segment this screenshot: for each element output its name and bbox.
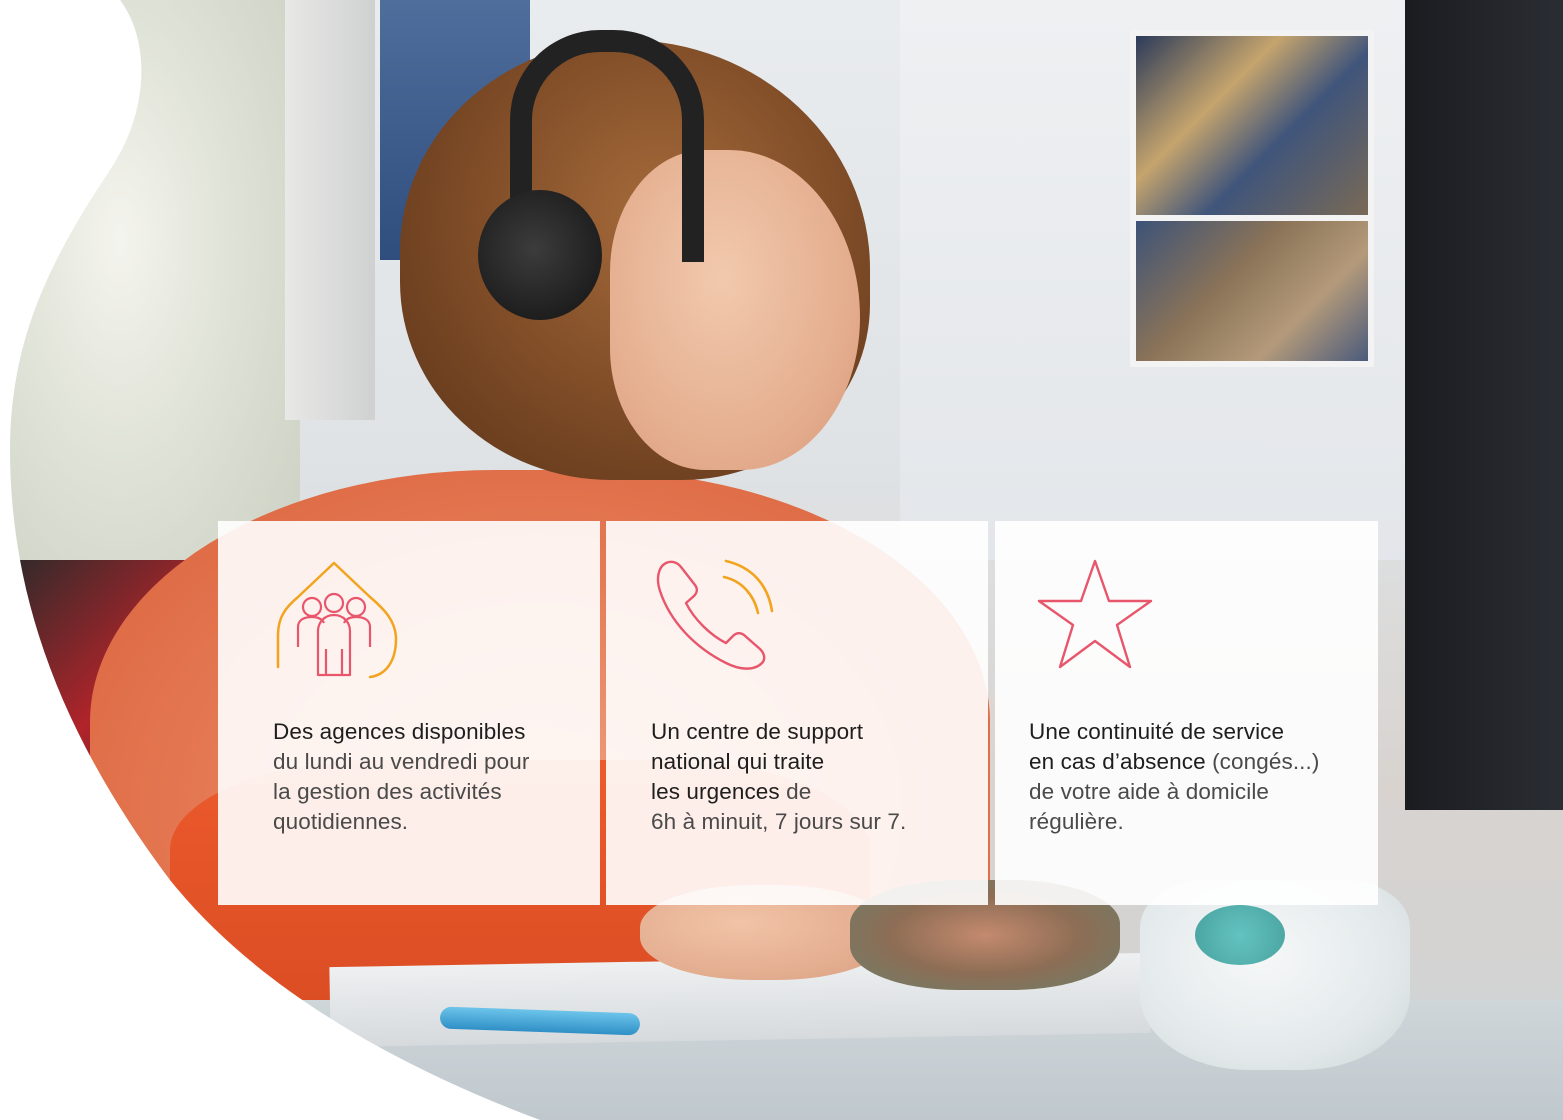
card-support-line-1: 6h à minuit, 7 jours sur 7. <box>651 809 907 834</box>
card-continuity-title-1: Une continuité de service <box>1029 719 1285 744</box>
card-support-inline: de <box>779 779 812 804</box>
mug <box>1140 880 1410 1070</box>
card-continuity: Une continuité de service en cas d’absen… <box>995 521 1378 905</box>
headset-earcup <box>478 190 602 320</box>
card-support: Un centre de support national qui traite… <box>606 521 988 905</box>
window-light <box>0 0 300 600</box>
card-continuity-title-2: en cas d’absence <box>1029 749 1206 774</box>
phone-ringing-icon <box>656 559 774 670</box>
card-support-title-3: les urgences <box>651 779 780 804</box>
card-support-title-2: national qui traite <box>651 749 825 774</box>
mug-pattern <box>1195 905 1285 965</box>
wall-poster <box>285 0 375 420</box>
star-icon <box>1037 559 1153 669</box>
wall-photo-top <box>1130 30 1374 224</box>
card-continuity-line-1: de votre aide à domicile <box>1029 779 1270 804</box>
computer-monitor <box>1405 0 1563 810</box>
card-agencies-line-2: la gestion des activités <box>273 779 502 804</box>
card-support-title-1: Un centre de support <box>651 719 864 744</box>
wall-photo-bottom <box>1130 215 1374 367</box>
house-group-icon <box>276 561 398 679</box>
card-agencies: Des agences disponibles du lundi au vend… <box>218 521 600 905</box>
card-continuity-line-2: régulière. <box>1029 809 1124 834</box>
card-continuity-inline: (congés...) <box>1205 749 1320 774</box>
card-agencies-title: Des agences disponibles <box>273 719 526 744</box>
card-agencies-line-3: quotidiennes. <box>273 809 409 834</box>
card-agencies-line-1: du lundi au vendredi pour <box>273 749 530 774</box>
